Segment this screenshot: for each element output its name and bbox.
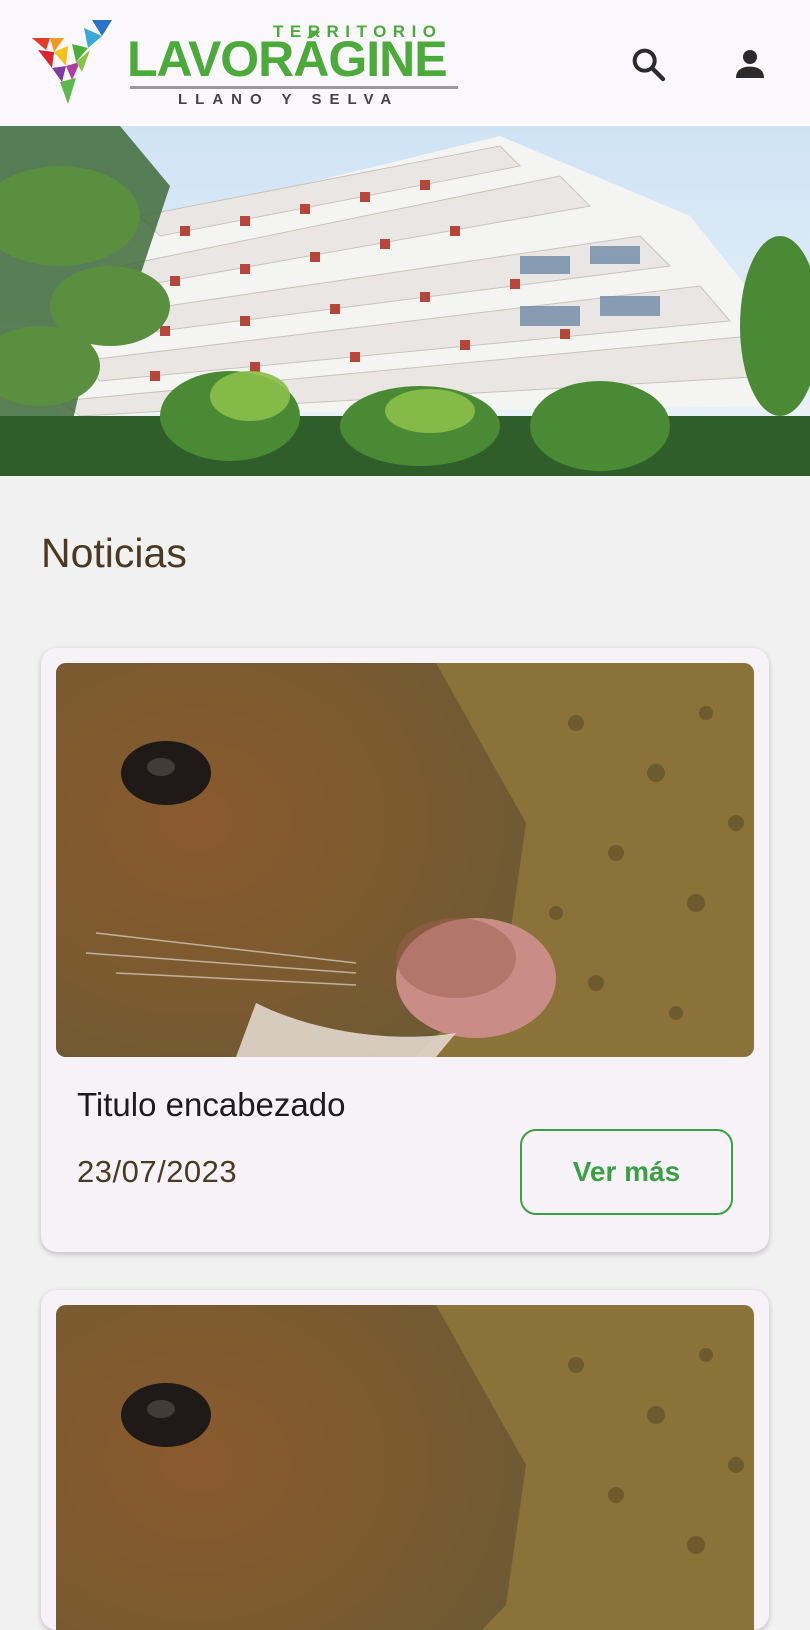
ver-mas-button[interactable]: Ver más (520, 1129, 733, 1215)
news-card-date: 23/07/2023 (77, 1154, 238, 1189)
logo-divider (130, 86, 458, 89)
logo-mark-icon (32, 20, 112, 104)
news-card[interactable]: Titulo encabezado 23/07/2023 Ver más (41, 648, 769, 1252)
rodent-closeup-photo (56, 1305, 754, 1630)
search-icon (632, 48, 666, 82)
news-card[interactable] (41, 1290, 769, 1630)
news-card-image (56, 663, 754, 1057)
account-icon (736, 50, 764, 78)
brand-logo[interactable]: TERRITORIO LAVORÁGINE LLANO Y SELVA (32, 18, 472, 110)
hero-image (0, 126, 810, 476)
news-card-image (56, 1305, 754, 1630)
logo-sub-text: LLANO Y SELVA (178, 91, 400, 108)
news-card-title: Titulo encabezado (77, 1086, 346, 1123)
hotel-building-photo (0, 126, 810, 476)
logo-main-text: LAVORÁGINE (127, 31, 448, 87)
app-header: TERRITORIO LAVORÁGINE LLANO Y SELVA (0, 0, 810, 126)
account-button[interactable] (726, 40, 774, 88)
search-button[interactable] (624, 40, 672, 88)
rodent-closeup-photo (56, 663, 754, 1057)
news-section-title: Noticias (41, 530, 187, 576)
